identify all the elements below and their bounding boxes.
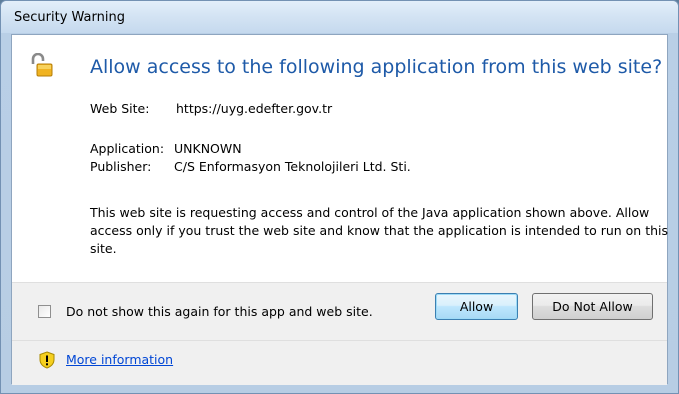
- dialog-heading: Allow access to the following applicatio…: [90, 56, 663, 78]
- more-information-link[interactable]: More information: [66, 352, 173, 367]
- warning-shield-icon: [39, 351, 55, 369]
- security-warning-window: Security Warning Allow access to the fol…: [0, 0, 679, 394]
- dialog-body: Allow access to the following applicatio…: [11, 34, 669, 385]
- allow-button[interactable]: Allow: [435, 293, 518, 320]
- do-not-show-again-checkbox[interactable]: [38, 305, 51, 318]
- application-value: UNKNOWN: [174, 141, 242, 156]
- title-bar[interactable]: Security Warning: [1, 1, 678, 33]
- dialog-description: This web site is requesting access and c…: [90, 205, 669, 256]
- window-title: Security Warning: [14, 10, 125, 25]
- application-label: Application:: [90, 141, 165, 156]
- footer-divider: [12, 340, 667, 341]
- unlocked-padlock-icon: [31, 53, 53, 77]
- do-not-show-again-label[interactable]: Do not show this again for this app and …: [66, 304, 373, 319]
- publisher-label: Publisher:: [90, 159, 152, 174]
- dialog-footer: Do not show this again for this app and …: [12, 282, 667, 385]
- do-not-allow-button[interactable]: Do Not Allow: [532, 293, 653, 320]
- publisher-value: C/S Enformasyon Teknolojileri Ltd. Sti.: [174, 159, 411, 174]
- dialog-main-panel: Allow access to the following applicatio…: [12, 35, 669, 282]
- website-value: https://uyg.edefter.gov.tr: [176, 101, 333, 116]
- website-label: Web Site:: [90, 101, 150, 116]
